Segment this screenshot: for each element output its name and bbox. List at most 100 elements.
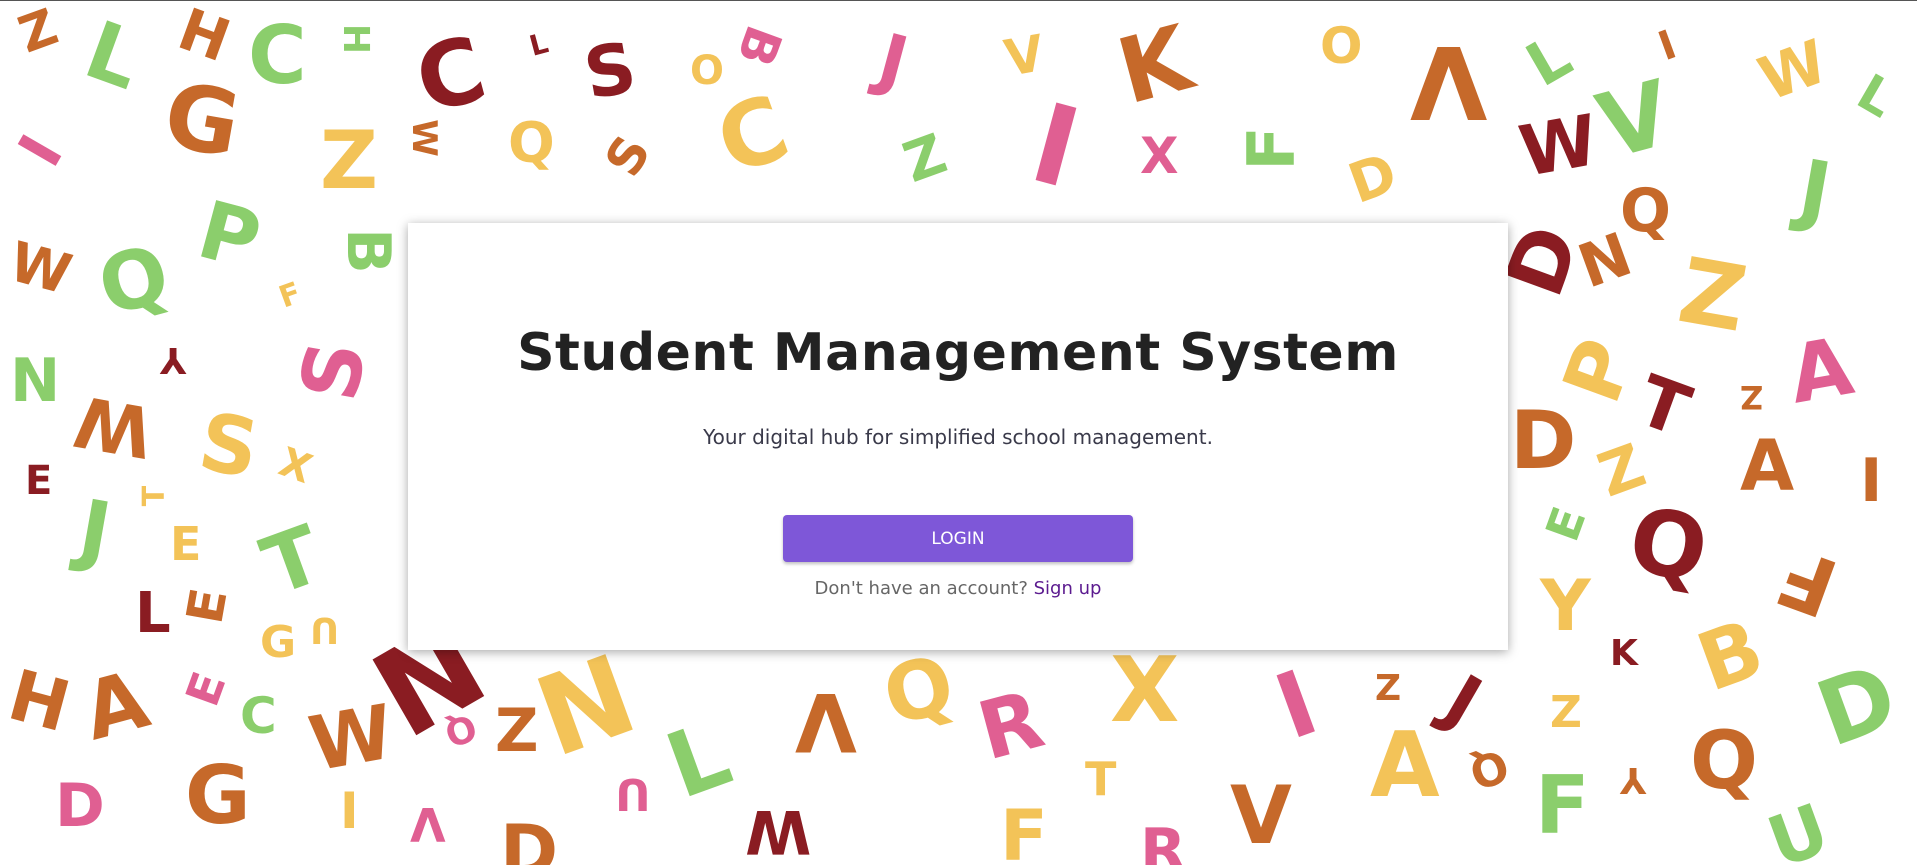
background-letter: D — [1510, 394, 1577, 487]
background-letter: R — [1140, 816, 1187, 865]
background-letter: X — [1140, 127, 1179, 185]
background-letter: E — [170, 517, 202, 571]
background-letter: V — [1587, 60, 1682, 181]
background-letter: S — [593, 125, 663, 187]
background-letter: I — [5, 123, 78, 179]
background-letter: X — [1110, 638, 1180, 743]
background-letter: B — [332, 228, 403, 274]
background-letter: H — [335, 23, 377, 55]
background-letter: K — [1610, 633, 1638, 674]
background-letter: J — [869, 18, 917, 104]
background-letter: L — [1847, 62, 1905, 130]
background-letter: E — [174, 664, 237, 714]
login-button[interactable]: LOGIN — [783, 515, 1133, 562]
background-letter: G — [185, 749, 251, 842]
background-letter: I — [340, 782, 359, 840]
background-letter: Q — [1620, 176, 1672, 246]
background-letter: J — [72, 482, 118, 579]
signup-row: Don't have an account? Sign up — [408, 578, 1508, 599]
signup-link[interactable]: Sign up — [1034, 578, 1102, 599]
background-letter: Z — [495, 696, 539, 766]
background-letter: F — [1234, 126, 1310, 171]
background-letter: N — [520, 630, 652, 782]
background-letter: T — [1085, 752, 1117, 806]
background-letter: Z — [11, 1, 66, 65]
background-letter: S — [192, 394, 266, 497]
background-letter: I — [1652, 21, 1683, 71]
background-letter: L — [525, 26, 552, 63]
background-letter: F — [1000, 795, 1048, 865]
background-letter: D — [55, 771, 105, 841]
background-letter: Q — [1690, 714, 1759, 807]
background-letter: S — [578, 26, 643, 116]
background-letter: L — [1515, 21, 1584, 101]
background-letter: H — [0, 653, 79, 749]
background-letter: A — [1740, 425, 1795, 507]
background-letter: R — [968, 672, 1053, 779]
background-letter: E — [25, 458, 53, 504]
background-letter: F — [274, 275, 306, 316]
background-letter: B — [1685, 601, 1775, 710]
background-letter: Z — [895, 121, 955, 195]
background-letter: L — [73, 3, 154, 108]
background-letter: W — [2, 229, 79, 307]
background-letter: E — [1534, 499, 1597, 549]
background-letter: C — [405, 16, 497, 135]
background-letter: I — [1019, 78, 1092, 214]
background-letter: W — [1513, 98, 1604, 194]
background-letter: W — [302, 687, 400, 789]
background-letter: K — [1107, 5, 1203, 126]
background-letter: W — [68, 378, 159, 474]
background-letter: O — [1320, 17, 1363, 75]
signup-prompt: Don't have an account? — [814, 578, 1028, 599]
background-letter: Z — [1550, 687, 1582, 738]
background-letter: U — [615, 768, 651, 819]
background-letter: V — [1230, 769, 1292, 862]
background-letter: V — [795, 675, 857, 768]
background-letter: X — [273, 439, 318, 493]
background-letter: S — [282, 334, 385, 408]
background-letter: P — [189, 183, 270, 289]
background-letter: D — [500, 810, 559, 865]
background-letter: Z — [1375, 668, 1402, 709]
background-letter: G — [156, 62, 248, 179]
background-letter: G — [260, 617, 297, 668]
background-letter: Z — [320, 114, 379, 207]
background-letter: W — [1750, 26, 1837, 116]
background-letter: W — [403, 119, 444, 157]
background-letter: C — [248, 9, 307, 102]
background-letter: A — [73, 652, 158, 759]
background-letter: F — [1535, 759, 1590, 852]
background-letter: O — [690, 48, 725, 94]
background-letter: Y — [160, 339, 187, 380]
background-letter: A — [1370, 713, 1440, 818]
background-letter: T — [137, 485, 173, 507]
background-letter: I — [1262, 650, 1331, 761]
background-letter: V — [410, 797, 446, 851]
background-letter: Q — [873, 636, 964, 745]
background-letter: U — [310, 609, 340, 650]
background-letter: E — [175, 584, 239, 628]
background-letter: C — [703, 74, 802, 197]
background-letter: J — [1792, 142, 1838, 239]
background-letter: F — [1765, 528, 1849, 635]
background-letter: L — [135, 581, 171, 646]
background-letter: J — [1431, 658, 1495, 744]
background-letter: D — [1340, 140, 1406, 216]
background-letter: Q — [508, 111, 555, 175]
background-letter: Y — [1540, 565, 1591, 647]
background-letter: V — [1410, 23, 1488, 140]
background-letter: Z — [1740, 378, 1764, 416]
login-card: Student Management System Your digital h… — [408, 223, 1508, 650]
background-letter: Q — [1621, 487, 1716, 604]
background-letter: N — [10, 346, 61, 416]
background-letter: C — [240, 687, 277, 745]
background-letter: Q — [1462, 738, 1516, 799]
background-letter: D — [1804, 643, 1911, 768]
background-letter: W — [745, 796, 812, 865]
background-letter: A — [1782, 319, 1860, 422]
background-letter: L — [653, 701, 744, 820]
background-letter: H — [169, 1, 239, 76]
page-title: Student Management System — [517, 323, 1399, 383]
background-letter: U — [1757, 787, 1840, 865]
